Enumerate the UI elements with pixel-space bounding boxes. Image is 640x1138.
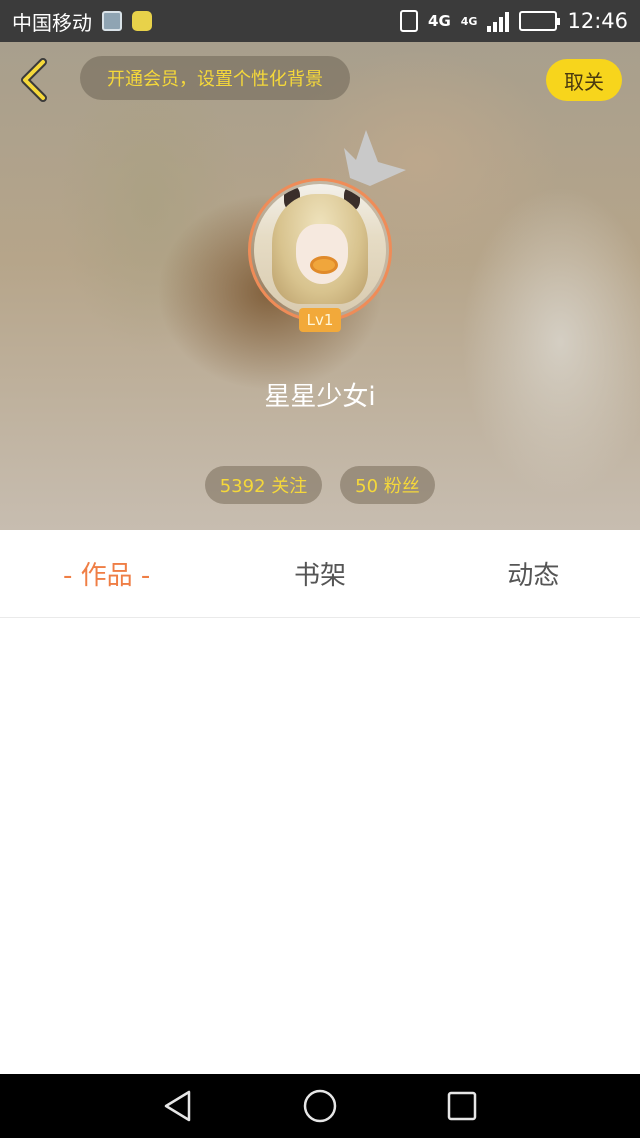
avatar[interactable] (248, 178, 392, 322)
crown-icon (344, 130, 406, 186)
username: 星星少女i (264, 382, 376, 412)
tab-bookshelf[interactable]: 书架 (213, 530, 426, 617)
tab-activity[interactable]: 动态 (427, 530, 640, 617)
content-area (0, 619, 640, 1074)
vip-banner[interactable]: 开通会员，设置个性化背景 (80, 56, 350, 100)
signal-icon (487, 10, 510, 32)
followers-count[interactable]: 50 粉丝 (340, 466, 435, 504)
navigation-bar (0, 1074, 640, 1138)
status-left: 中国移动 (12, 7, 152, 36)
carrier-label: 中国移动 (12, 10, 92, 35)
vibrate-icon (400, 10, 419, 32)
tab-works[interactable]: - 作品 - (0, 530, 213, 617)
chevron-left-icon (21, 58, 47, 102)
avatar-image (254, 184, 386, 316)
circle-home-icon (303, 1089, 337, 1123)
nav-back-button[interactable] (107, 1074, 249, 1138)
clock: 12:46 (567, 9, 628, 33)
triangle-back-icon (164, 1090, 191, 1122)
nav-recent-button[interactable] (391, 1074, 533, 1138)
back-button[interactable] (14, 56, 54, 104)
status-right: 4G 4G 12:46 (400, 9, 628, 33)
gallery-notification-icon (102, 11, 122, 31)
profile-header: 开通会员，设置个性化背景 取关 Lv1 星星少女i 5392 关注 50 粉丝 (0, 42, 640, 530)
level-badge: Lv1 (299, 308, 341, 332)
following-count[interactable]: 5392 关注 (205, 466, 322, 504)
battery-icon (519, 11, 561, 31)
tab-bar: - 作品 - 书架 动态 (0, 530, 640, 618)
network-type-small-label: 4G (460, 14, 478, 28)
nav-home-button[interactable] (249, 1074, 391, 1138)
network-type-label: 4G (428, 11, 451, 30)
status-bar: 中国移动 4G 4G 12:46 (0, 0, 640, 42)
square-recent-icon (447, 1091, 477, 1121)
chat-notification-icon (132, 11, 152, 31)
unfollow-button[interactable]: 取关 (546, 59, 622, 101)
